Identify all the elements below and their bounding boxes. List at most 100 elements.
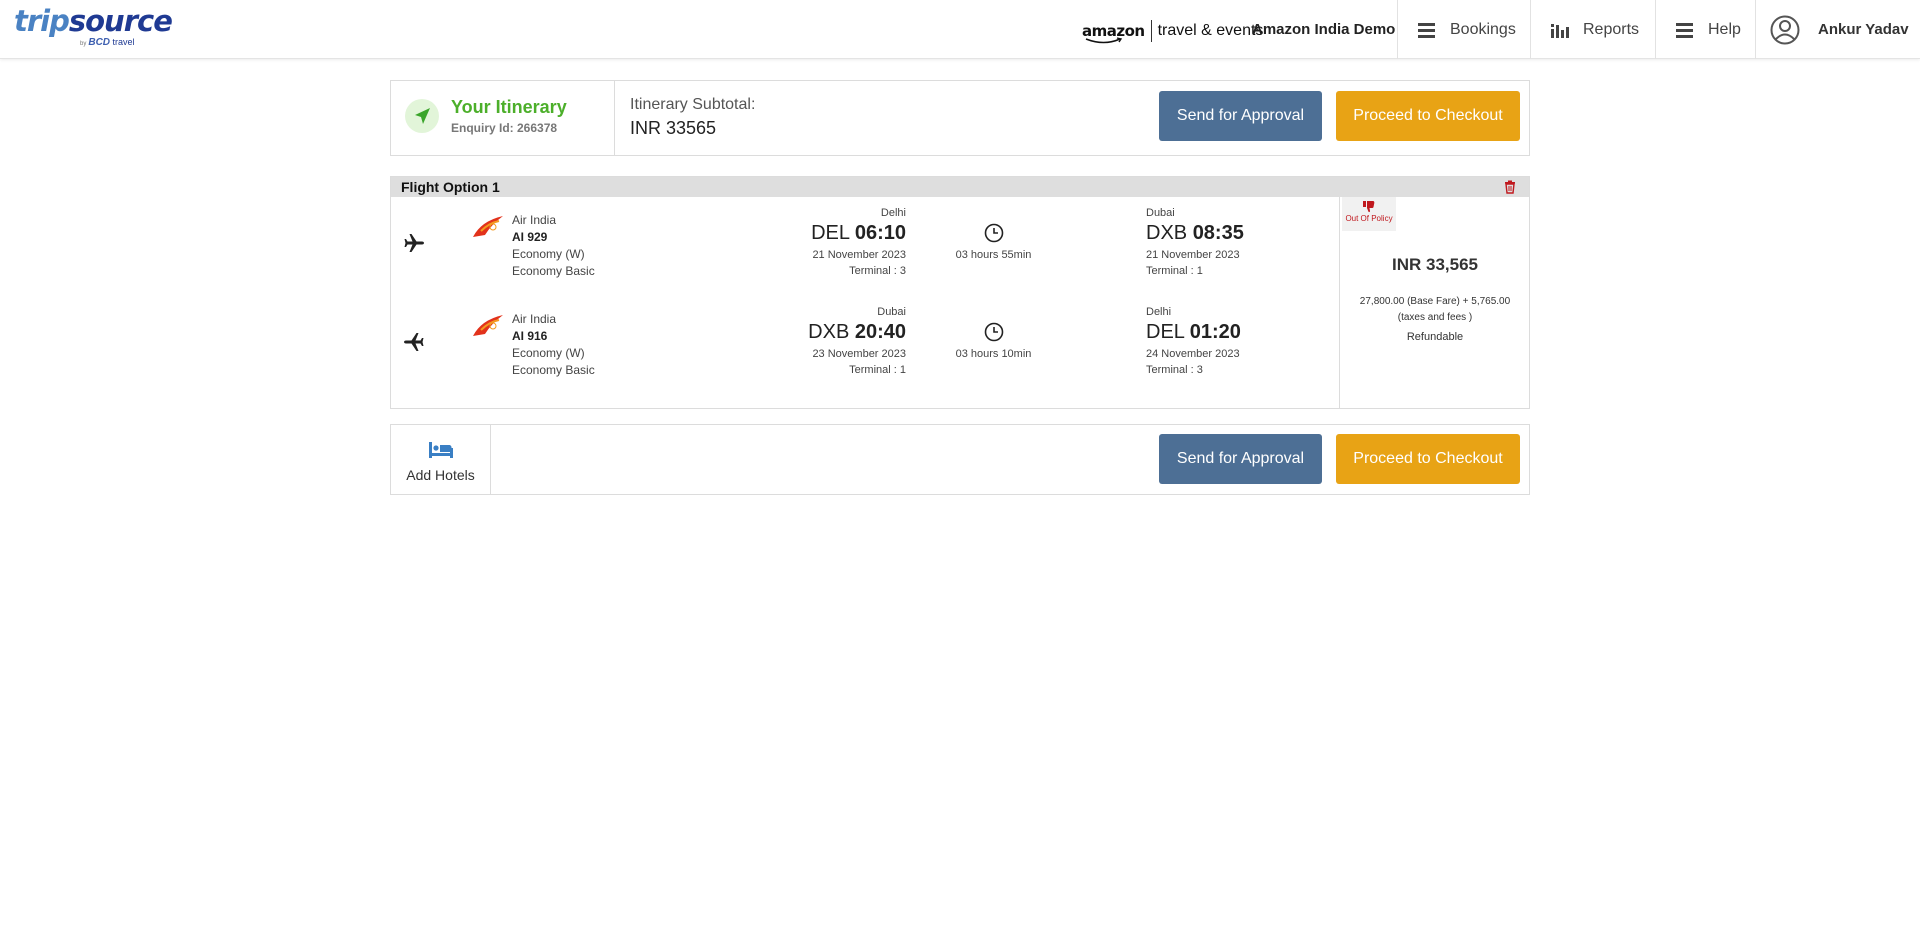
clock-icon (984, 322, 1003, 342)
air-india-logo-icon (473, 315, 503, 336)
travel-events-text: travel & events (1157, 22, 1264, 39)
departure-city: Dubai (877, 306, 906, 318)
itinerary-icon-wrap (405, 99, 439, 133)
arrival-date: 24 November 2023 (1146, 348, 1240, 360)
return-plane-icon (404, 333, 424, 351)
cabin-class: Economy (W) (512, 346, 585, 360)
arrival-terminal: Terminal : 1 (1146, 265, 1203, 277)
departure-info: Dubai DXB 20:40 23 November 2023 Termina… (746, 296, 906, 376)
itinerary-title: Your Itinerary (451, 97, 567, 117)
arrival-time: 08:35 (1192, 222, 1244, 244)
departure-code: DEL (811, 222, 850, 244)
arrival-info: Delhi DEL 01:20 24 November 2023 Termina… (1146, 296, 1306, 376)
fare-breakdown: 27,800.00 (Base Fare) + 5,765.00 (taxes … (1349, 294, 1521, 326)
departure-time: 06:10 (854, 222, 906, 244)
total-price: INR 33,565 (1392, 255, 1478, 274)
logo-divider (1150, 20, 1152, 42)
flight-leg: Air India AI 916 Economy (W) Economy Bas… (391, 296, 1340, 391)
amazon-wordmark: amazon (1082, 22, 1145, 44)
menu-icon (1418, 22, 1435, 38)
add-hotels-bar: Add Hotels Send for Approval Proceed to … (390, 424, 1530, 495)
departure-plane-icon (404, 234, 424, 252)
logo-wordmark: tripsource (14, 4, 173, 38)
nav-help-label: Help (1708, 20, 1741, 38)
itinerary-summary: Your Itinerary Enquiry Id: 266378 Itiner… (390, 80, 1530, 156)
send-for-approval-button[interactable]: Send for Approval (1159, 434, 1322, 484)
arrival-time-row: DEL 01:20 (1146, 321, 1306, 344)
proceed-to-checkout-button[interactable]: Proceed to Checkout (1336, 91, 1520, 141)
flight-option-title: Flight Option 1 (401, 179, 500, 195)
navigation-arrow-icon (415, 108, 430, 124)
arrival-terminal: Terminal : 3 (1146, 364, 1203, 376)
user-menu[interactable]: Ankur Yadav (1755, 0, 1920, 59)
departure-time-row: DXB 20:40 (746, 321, 906, 344)
arrival-city: Delhi (1146, 306, 1172, 318)
cabin-class: Economy (W) (512, 247, 585, 261)
flight-legs: Air India AI 929 Economy (W) Economy Bas… (391, 197, 1340, 408)
duration-text: 03 hours 55min (955, 249, 1032, 261)
nav-reports[interactable]: Reports (1530, 0, 1655, 59)
bar-chart-icon (1551, 23, 1569, 38)
tripsource-logo[interactable]: tripsource by BCD travel (14, 4, 173, 48)
logo-subtitle: by BCD travel (80, 37, 135, 48)
departure-city: Delhi (880, 207, 906, 219)
add-hotels-label: Add Hotels (406, 467, 475, 483)
arrival-time: 01:20 (1189, 321, 1241, 343)
bed-icon (428, 442, 453, 458)
top-navigation-bar: tripsource by BCD travel amazon travel & … (0, 0, 1920, 59)
arrival-date: 21 November 2023 (1146, 249, 1240, 261)
user-name: Ankur Yadav (1818, 21, 1909, 38)
nav-bookings[interactable]: Bookings (1397, 0, 1530, 59)
fare-type: Economy Basic (512, 264, 595, 278)
flight-duration: 03 hours 55min (931, 197, 1056, 261)
clock-icon (984, 223, 1003, 243)
departure-time: 20:40 (854, 321, 906, 343)
departure-code: DXB (808, 321, 850, 343)
fare-type: Economy Basic (512, 363, 595, 377)
subtotal-value: INR 33565 (630, 118, 717, 138)
flight-option-card: Flight Option 1 Air India AI 929 Economy… (390, 176, 1530, 409)
flight-number: AI 916 (512, 329, 548, 343)
departure-date: 21 November 2023 (812, 249, 906, 261)
company-name: Amazon India Demo (1252, 21, 1396, 38)
airline-name: Air India (512, 213, 557, 227)
departure-info: Delhi DEL 06:10 21 November 2023 Termina… (746, 197, 906, 277)
flight-duration: 03 hours 10min (931, 296, 1056, 360)
duration-text: 03 hours 10min (955, 348, 1032, 360)
send-for-approval-button[interactable]: Send for Approval (1159, 91, 1322, 141)
price-panel: Out Of Policy INR 33,565 27,800.00 (Base… (1341, 197, 1529, 408)
fare-breakdown-line: 27,800.00 (Base Fare) + 5,765.00 (1359, 296, 1511, 307)
amazon-smile-icon (1085, 37, 1123, 44)
nav-bookings-label: Bookings (1450, 20, 1516, 38)
refundable-status: Refundable (1406, 331, 1464, 343)
amazon-travel-events-logo: amazon travel & events (1082, 19, 1264, 44)
air-india-logo-icon (473, 216, 503, 237)
policy-status: Out Of Policy (1345, 214, 1393, 223)
thumbs-down-icon (1363, 201, 1375, 213)
airline-name: Air India (512, 312, 557, 326)
fare-breakdown-line: (taxes and fees ) (1397, 312, 1473, 323)
departure-date: 23 November 2023 (812, 348, 906, 360)
flight-leg: Air India AI 929 Economy (W) Economy Bas… (391, 197, 1340, 292)
departure-time-row: DEL 06:10 (746, 222, 906, 245)
departure-terminal: Terminal : 3 (849, 265, 906, 277)
itinerary-header: Your Itinerary Enquiry Id: 266378 (391, 81, 615, 155)
arrival-time-row: DXB 08:35 (1146, 222, 1306, 245)
delete-trash-icon[interactable] (1503, 180, 1517, 194)
arrival-code: DXB (1146, 222, 1188, 244)
arrival-city: Dubai (1146, 207, 1175, 219)
enquiry-id: Enquiry Id: 266378 (451, 121, 558, 135)
user-avatar-icon (1770, 15, 1800, 44)
arrival-code: DEL (1146, 321, 1185, 343)
menu-icon (1676, 22, 1693, 38)
departure-terminal: Terminal : 1 (849, 364, 906, 376)
proceed-to-checkout-button[interactable]: Proceed to Checkout (1336, 434, 1520, 484)
subtotal-label: Itinerary Subtotal: (630, 96, 756, 113)
nav-reports-label: Reports (1583, 20, 1640, 38)
add-hotels-button[interactable]: Add Hotels (391, 425, 491, 494)
nav-help[interactable]: Help (1655, 0, 1755, 59)
out-of-policy-badge: Out Of Policy (1342, 197, 1396, 231)
arrival-info: Dubai DXB 08:35 21 November 2023 Termina… (1146, 197, 1306, 277)
flight-option-header: Flight Option 1 (391, 177, 1529, 197)
flight-number: AI 929 (512, 230, 548, 244)
